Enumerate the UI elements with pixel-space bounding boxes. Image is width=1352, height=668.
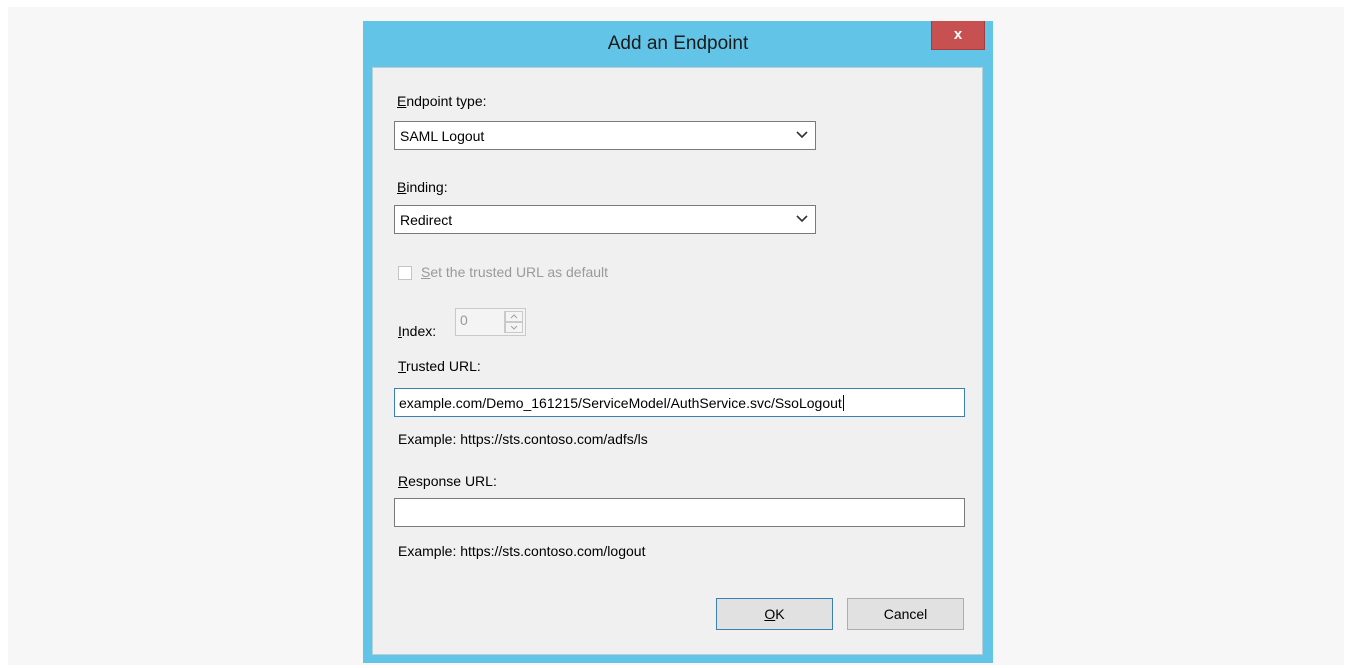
cancel-button[interactable]: Cancel [847, 598, 964, 630]
trusted-url-input[interactable]: example.com/Demo_161215/ServiceModel/Aut… [394, 388, 965, 417]
trusted-url-example: Example: https://sts.contoso.com/adfs/ls [398, 431, 648, 447]
index-label: Index: [398, 323, 437, 339]
dialog-body: Endpoint type: SAML Logout Binding: Redi… [372, 67, 983, 655]
trusted-url-value-wrap: example.com/Demo_161215/ServiceModel/Aut… [399, 395, 844, 411]
default-url-checkbox[interactable] [398, 266, 412, 280]
chevron-down-icon [796, 131, 808, 139]
dialog-title: Add an Endpoint [607, 33, 749, 54]
endpoint-type-dropdown[interactable]: SAML Logout [394, 121, 816, 150]
spin-buttons [504, 311, 523, 333]
chevron-down-icon [796, 215, 808, 223]
spin-down-icon [510, 325, 518, 330]
close-icon: x [953, 26, 963, 43]
binding-label: Binding: [397, 179, 448, 195]
ok-button[interactable]: OK [716, 598, 833, 630]
default-url-checkbox-label: Set the trusted URL as default [421, 264, 609, 280]
binding-dropdown[interactable]: Redirect [394, 205, 816, 234]
spin-down-button[interactable] [505, 322, 523, 333]
trusted-url-value: example.com/Demo_161215/ServiceModel/Aut… [399, 395, 842, 411]
spin-up-button[interactable] [505, 311, 523, 322]
response-url-label: Response URL: [398, 473, 497, 489]
close-button[interactable]: x [931, 21, 985, 50]
response-url-example: Example: https://sts.contoso.com/logout [398, 543, 646, 559]
index-spinner[interactable]: 0 [455, 308, 526, 336]
text-caret [842, 395, 844, 411]
response-url-input[interactable] [394, 498, 965, 527]
add-endpoint-dialog: Add an Endpoint x Endpoint type: SAML Lo… [363, 21, 993, 663]
index-value: 0 [460, 312, 468, 328]
title-bar[interactable]: Add an Endpoint x [363, 21, 993, 67]
trusted-url-label: Trusted URL: [398, 358, 481, 374]
endpoint-type-value: SAML Logout [400, 128, 485, 144]
endpoint-type-label: Endpoint type: [397, 93, 487, 109]
binding-value: Redirect [400, 212, 453, 228]
spin-up-icon [510, 314, 518, 319]
